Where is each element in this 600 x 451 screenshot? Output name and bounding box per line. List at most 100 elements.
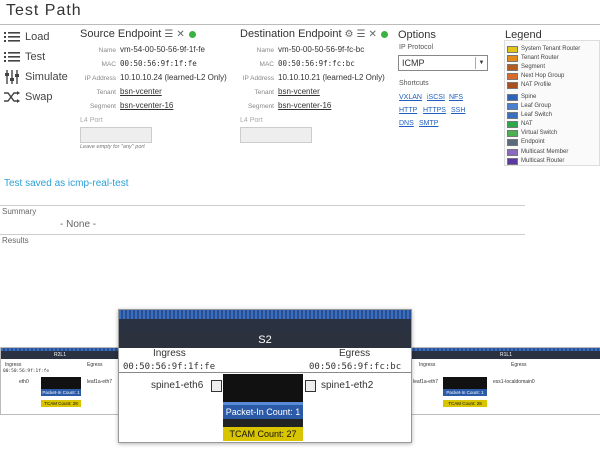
shortcut-ssh[interactable]: SSH (451, 107, 465, 114)
legend-item: Tenant Router (507, 54, 559, 62)
destination-tenant-row: Tenant bsn-vcenter (254, 87, 320, 96)
switch-counter-block (443, 377, 487, 389)
legend-item: NAT (507, 120, 533, 128)
shortcut-https[interactable]: HTTPS (423, 107, 446, 114)
destination-tenant-link[interactable]: bsn-vcenter (278, 87, 320, 96)
summary-divider (0, 205, 525, 206)
legend-item: Virtual Switch (507, 129, 557, 137)
egress-mac: 00:50:56:9f:fc:bc (309, 362, 402, 372)
switch-card-left[interactable]: R2L1 Ingress Egress 00:50:56:9f:1f:fe et… (0, 347, 120, 415)
source-segment-row: Segment bsn-vcenter-16 (89, 101, 174, 110)
destination-endpoint-title: Destination Endpoint (240, 28, 342, 40)
destination-name-row: Name vm-50-00-50-56-9f-fc-bc (256, 45, 365, 54)
shortcut-nfs[interactable]: NFS (449, 94, 463, 101)
destination-mac-row: MAC 00:50:56:9f:fc:bc (259, 59, 355, 68)
shortcuts-label: Shortcuts (399, 80, 429, 87)
switch-card-right[interactable]: R1L1 Ingress Egress leaf1a-eth7 ess1-loc… (410, 347, 600, 415)
switch-card-center[interactable]: S2 Ingress Egress 00:50:56:9f:1f:fe 00:5… (118, 309, 412, 443)
source-l4-port-input[interactable] (80, 127, 152, 143)
source-ip-row: IP Address 10.10.10.24 (learned-L2 Only) (84, 73, 227, 82)
list-icon[interactable]: ☰ (164, 29, 173, 40)
list-icon (4, 52, 20, 62)
destination-name: vm-50-00-50-56-9f-fc-bc (278, 45, 365, 54)
gear-icon[interactable]: ⚙ (345, 29, 354, 40)
saved-status-message: Test saved as icmp-real-test (4, 178, 129, 189)
legend-item: Endpoint (507, 138, 545, 146)
switch-top-bar (119, 319, 411, 332)
sliders-icon (5, 70, 19, 84)
shortcut-vxlan[interactable]: VXLAN (399, 94, 422, 101)
ip-protocol-label: IP Protocol (399, 44, 434, 51)
legend-item: Multicast Member (507, 148, 568, 156)
tcam-count: TCAM Count: 27 (223, 427, 303, 441)
egress-port: spine1-eth2 (321, 380, 374, 391)
ip-protocol-select[interactable]: ICMP ▼ (398, 55, 488, 71)
shortcut-iscsi[interactable]: iSCSI (427, 94, 445, 101)
source-ip: 10.10.10.24 (learned-L2 Only) (120, 73, 227, 82)
destination-endpoint-header: Destination Endpoint ⚙ ☰ ✕ (240, 28, 388, 40)
legend-item: System Tenant Router (507, 45, 580, 53)
source-tenant-link[interactable]: bsn-vcenter (120, 87, 162, 96)
mac-divider (119, 372, 411, 373)
test-label: Test (25, 51, 46, 63)
summary-label: Summary (2, 207, 37, 216)
port-icon (305, 380, 316, 392)
destination-mac: 00:50:56:9f:fc:bc (278, 59, 355, 68)
shuffle-icon (4, 91, 20, 103)
switch-name: R1L1 (411, 351, 600, 359)
source-segment-link[interactable]: bsn-vcenter-16 (120, 101, 173, 110)
close-icon[interactable]: ✕ (368, 29, 376, 40)
source-tenant-row: Tenant bsn-vcenter (96, 87, 162, 96)
destination-segment-link[interactable]: bsn-vcenter-16 (278, 101, 331, 110)
summary-value: - None - (60, 219, 97, 230)
legend-item: Segment (507, 63, 545, 71)
swap-button[interactable]: Swap (4, 88, 53, 106)
destination-segment-row: Segment bsn-vcenter-16 (247, 101, 332, 110)
switch-counter-block (223, 374, 303, 402)
egress-label: Egress (339, 348, 371, 359)
load-label: Load (25, 31, 50, 43)
ingress-port: spine1-eth6 (151, 380, 204, 391)
close-icon[interactable]: ✕ (176, 29, 184, 40)
packet-in-count: Packet-In Count: 1 (223, 405, 303, 419)
page-title: Test Path (6, 2, 82, 19)
test-button[interactable]: Test (4, 48, 45, 66)
source-endpoint-header: Source Endpoint ☰ ✕ (80, 28, 196, 40)
shortcut-smtp[interactable]: SMTP (419, 120, 438, 127)
port-icon (211, 380, 222, 392)
results-divider (0, 234, 525, 235)
ip-protocol-value: ICMP (402, 58, 425, 68)
destination-ip: 10.10.10.21 (learned-L2 Only) (278, 73, 385, 82)
source-mac-row: MAC 00:50:56:9f:1f:fe (101, 59, 197, 68)
shortcut-dns[interactable]: DNS (399, 120, 414, 127)
options-title: Options (398, 29, 436, 41)
results-label: Results (2, 236, 29, 245)
status-dot-icon (188, 30, 196, 38)
list-icon[interactable]: ☰ (356, 29, 365, 40)
legend-item: Leaf Group (507, 102, 551, 110)
ingress-label: Ingress (153, 348, 186, 359)
legend-item: Multicast Router (507, 157, 564, 165)
shortcut-http[interactable]: HTTP (399, 107, 417, 114)
source-mac: 00:50:56:9f:1f:fe (120, 59, 197, 68)
title-divider (0, 24, 600, 25)
simulate-label: Simulate (25, 71, 68, 83)
switch-stripe (119, 310, 411, 319)
ingress-mac: 00:50:56:9f:1f:fe (123, 362, 216, 372)
chevron-down-icon: ▼ (475, 57, 487, 69)
swap-label: Swap (25, 91, 53, 103)
switch-counter-block (41, 377, 81, 389)
legend-item: Leaf Switch (507, 111, 552, 119)
simulate-button[interactable]: Simulate (4, 68, 68, 86)
list-icon (4, 32, 20, 42)
destination-ip-row: IP Address 10.10.10.21 (learned-L2 Only) (242, 73, 385, 82)
legend-item: NAT Profile (507, 81, 551, 89)
destination-l4-label: L4 Port (240, 117, 263, 124)
switch-name: S2 (119, 332, 411, 348)
source-name-row: Name vm-54-00-50-56-9f-1f-fe (98, 45, 205, 54)
destination-l4-port-input[interactable] (240, 127, 312, 143)
load-button[interactable]: Load (4, 28, 49, 46)
source-l4-note: Leave empty for "any" port (80, 144, 145, 150)
legend-item: Spine (507, 93, 536, 101)
legend-item: Next Hop Group (507, 72, 564, 80)
